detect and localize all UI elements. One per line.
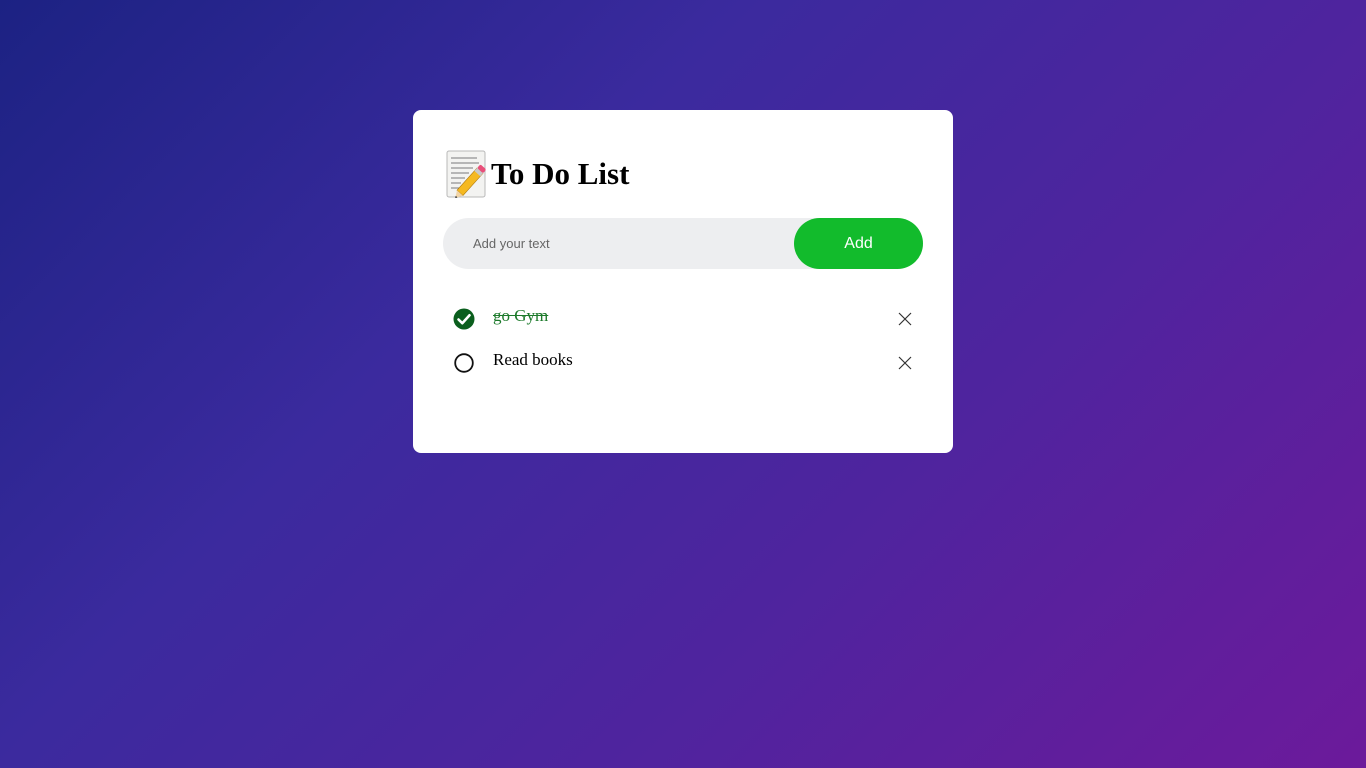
close-icon[interactable] [897, 355, 913, 371]
todo-card: To Do List Add go Gym Read books [413, 110, 953, 453]
task-input[interactable] [473, 218, 783, 269]
close-icon[interactable] [897, 311, 913, 327]
task-list: go Gym Read books [453, 297, 923, 385]
add-task-bar: Add [443, 218, 923, 269]
add-button[interactable]: Add [794, 218, 923, 269]
task-item[interactable]: Read books [453, 341, 923, 385]
memo-pencil-icon [446, 150, 486, 198]
checked-circle-icon[interactable] [453, 308, 475, 330]
task-item[interactable]: go Gym [453, 297, 923, 341]
task-label[interactable]: Read books [493, 350, 573, 370]
header: To Do List [446, 150, 629, 198]
unchecked-circle-icon[interactable] [453, 352, 475, 374]
task-label[interactable]: go Gym [493, 306, 548, 326]
page-title: To Do List [491, 156, 630, 191]
